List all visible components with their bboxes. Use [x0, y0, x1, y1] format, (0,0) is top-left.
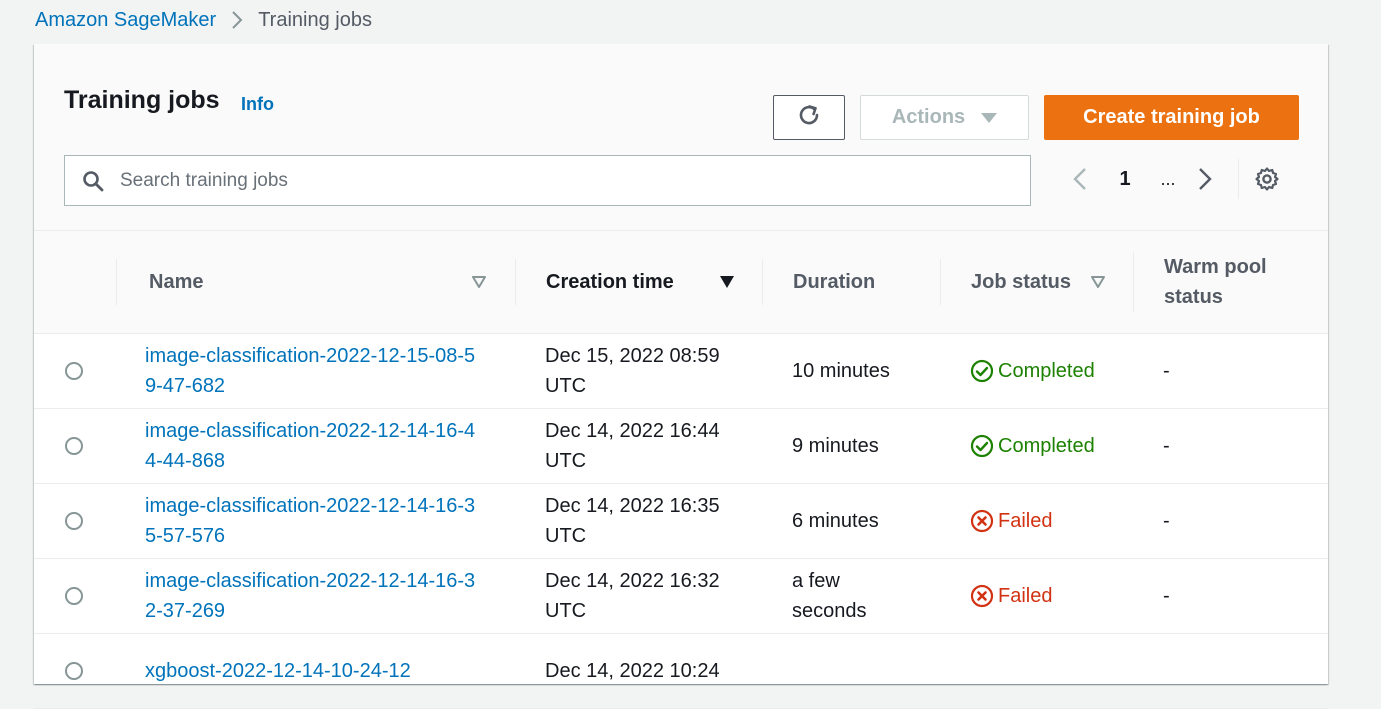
training-jobs-table: Name Creation time Duration Job status W…: [34, 231, 1328, 709]
col-creation-time[interactable]: Creation time: [515, 231, 762, 334]
job-name-link[interactable]: image-classification-2022-12-14-16-44-44…: [34, 416, 485, 476]
creation-time: Dec 14, 2022 16:32 UTC: [545, 570, 720, 622]
status-text: Completed: [998, 360, 1095, 382]
sort-descending-icon: [720, 276, 734, 288]
status-text: Completed: [998, 435, 1095, 457]
warm-pool-status: -: [1163, 510, 1170, 532]
col-warm-pool-label: Warm pool status: [1164, 256, 1267, 308]
table-header-row: Name Creation time Duration Job status W…: [34, 231, 1328, 334]
duration: 6 minutes: [792, 510, 879, 532]
search-input[interactable]: [120, 169, 1000, 192]
col-warm-pool-status: Warm pool status: [1133, 231, 1328, 334]
job-name-link[interactable]: image-classification-2022-12-14-16-32-37…: [34, 566, 485, 626]
chevron-right-icon[interactable]: [1182, 167, 1228, 191]
x-circle-icon: [970, 509, 994, 533]
panel-header: Training jobs Info Actions Create traini…: [34, 44, 1328, 231]
col-job-status-label: Job status: [971, 270, 1072, 293]
page-title: Training jobs: [64, 86, 220, 114]
duration: a few seconds: [792, 570, 867, 622]
col-select: [34, 231, 116, 334]
sort-icon: [472, 276, 486, 288]
check-circle-icon: [970, 434, 994, 458]
table-row[interactable]: image-classification-2022-12-14-16-35-57…: [34, 483, 1328, 559]
col-name[interactable]: Name: [116, 231, 515, 334]
actions-dropdown[interactable]: Actions: [860, 95, 1029, 140]
status-text: Failed: [998, 510, 1053, 532]
caret-down-icon: [981, 112, 998, 123]
warm-pool-status: -: [1163, 585, 1170, 607]
warm-pool-status: -: [1163, 360, 1170, 382]
gear-icon[interactable]: [1239, 166, 1295, 192]
status-text: Failed: [998, 585, 1053, 607]
col-name-label: Name: [149, 270, 204, 293]
page-ellipsis: ...: [1160, 168, 1176, 189]
col-duration-label: Duration: [793, 270, 876, 293]
table-row[interactable]: image-classification-2022-12-14-16-32-37…: [34, 558, 1328, 634]
status-badge: Failed: [940, 506, 1133, 536]
table-row[interactable]: image-classification-2022-12-15-08-59-47…: [34, 333, 1328, 409]
sort-icon: [1091, 276, 1105, 288]
status-badge: Completed: [940, 431, 1133, 461]
creation-time: Dec 14, 2022 16:44 UTC: [545, 420, 720, 472]
status-badge: Completed: [940, 356, 1133, 386]
info-link[interactable]: Info: [241, 94, 274, 115]
col-creation-time-label: Creation time: [546, 270, 674, 293]
table-row[interactable]: image-classification-2022-12-14-16-44-44…: [34, 408, 1328, 484]
table-row[interactable]: xgboost-2022-12-14-10-24-12 Dec 14, 2022 …: [34, 633, 1328, 709]
job-name-link[interactable]: xgboost-2022-12-14-10-24-12: [34, 656, 485, 686]
refresh-icon: [796, 102, 822, 134]
creation-time: Dec 15, 2022 08:59 UTC: [545, 345, 720, 397]
warm-pool-status: -: [1163, 435, 1170, 457]
breadcrumb-sagemaker-link[interactable]: Amazon SageMaker: [35, 9, 216, 32]
creation-time: Dec 14, 2022 16:35 UTC: [545, 495, 720, 547]
search-field[interactable]: [64, 155, 1031, 206]
job-name-link[interactable]: image-classification-2022-12-15-08-59-47…: [34, 341, 485, 401]
breadcrumb-current: Training jobs: [258, 8, 372, 31]
create-training-job-button[interactable]: Create training job: [1044, 95, 1299, 140]
duration: 9 minutes: [792, 435, 879, 457]
status-badge: Failed: [940, 581, 1133, 611]
actions-label: Actions: [891, 106, 966, 128]
chevron-right-icon: [216, 8, 258, 32]
col-duration: Duration: [762, 231, 940, 334]
job-name-link[interactable]: image-classification-2022-12-14-16-35-57…: [34, 491, 485, 551]
x-circle-icon: [970, 584, 994, 608]
refresh-button[interactable]: [773, 95, 845, 140]
breadcrumb: Amazon SageMaker Training jobs: [35, 8, 372, 32]
duration: 10 minutes: [792, 360, 890, 382]
creation-time: Dec 14, 2022 10:24: [545, 660, 720, 682]
pagination: 1 ...: [1064, 159, 1295, 199]
page-number[interactable]: 1: [1096, 168, 1154, 191]
check-circle-icon: [970, 359, 994, 383]
training-jobs-panel: Training jobs Info Actions Create traini…: [34, 44, 1328, 709]
chevron-left-icon[interactable]: [1064, 167, 1096, 191]
col-job-status[interactable]: Job status: [940, 231, 1133, 334]
search-icon: [65, 170, 120, 192]
